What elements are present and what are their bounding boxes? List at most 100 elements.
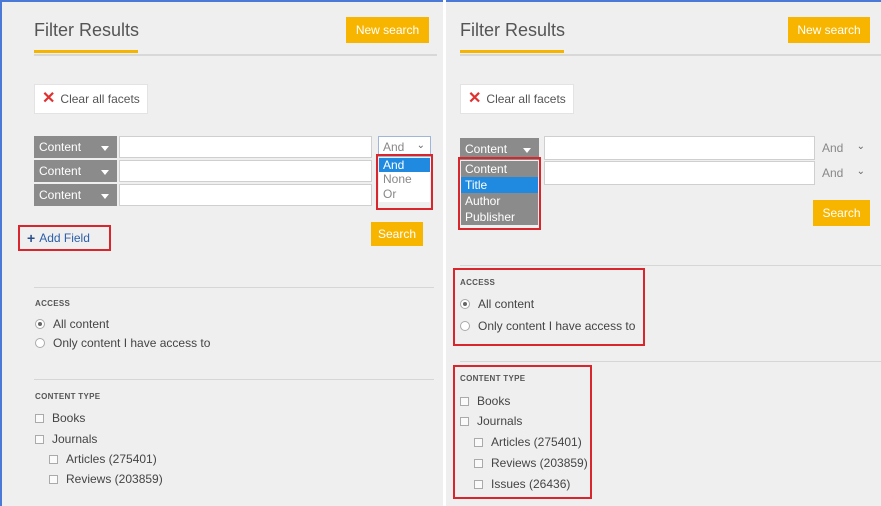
operator-option[interactable]: Or xyxy=(379,187,430,202)
operator-select-value: And xyxy=(822,166,844,180)
content-type-reviews[interactable]: Reviews (203859) xyxy=(49,472,163,486)
field-option[interactable]: Author xyxy=(461,193,538,209)
access-heading: ACCESS xyxy=(460,278,496,287)
new-search-button[interactable]: New search xyxy=(346,17,429,43)
content-type-issues[interactable]: Issues (26436) xyxy=(474,477,570,491)
chevron-down-icon: ⌄ xyxy=(856,141,865,152)
content-type-label: Journals xyxy=(52,432,98,446)
field-select-value: Content xyxy=(39,188,82,202)
access-option-mine[interactable]: Only content I have access to xyxy=(460,319,635,333)
caret-down-icon xyxy=(523,148,531,153)
content-type-label: Reviews (203859) xyxy=(66,472,163,486)
field-select-value: Content xyxy=(39,164,82,178)
checkbox-icon xyxy=(35,413,44,423)
field-select-value: Content xyxy=(465,142,508,156)
operator-select[interactable]: And ⌄ xyxy=(818,161,870,185)
divider xyxy=(460,361,881,362)
radio-icon xyxy=(460,321,470,331)
search-button[interactable]: Search xyxy=(813,200,870,226)
search-term-input[interactable] xyxy=(544,136,815,160)
filter-panel-right: Filter Results New search ✕ Clear all fa… xyxy=(446,0,881,506)
operator-dropdown: And None Or xyxy=(379,158,430,202)
chevron-down-icon: ⌄ xyxy=(416,140,425,151)
add-field-button[interactable]: + Add Field xyxy=(18,225,111,251)
filter-panel-left: Filter Results New search ✕ Clear all fa… xyxy=(0,0,443,506)
header-separator xyxy=(34,54,437,56)
field-select-value: Content xyxy=(39,140,82,154)
clear-facets-button[interactable]: ✕ Clear all facets xyxy=(460,84,574,114)
chevron-down-icon: ⌄ xyxy=(856,166,865,177)
close-icon: ✕ xyxy=(468,90,482,107)
field-select[interactable]: Content xyxy=(34,136,117,158)
access-option-all[interactable]: All content xyxy=(460,297,534,311)
access-option-mine[interactable]: Only content I have access to xyxy=(35,336,210,350)
search-term-input[interactable] xyxy=(544,161,815,185)
checkbox-icon xyxy=(460,416,469,426)
operator-select[interactable]: And ⌄ xyxy=(818,136,870,160)
field-option[interactable]: Publisher xyxy=(461,209,538,225)
plus-icon: + xyxy=(27,230,36,246)
checkbox-icon xyxy=(35,434,44,444)
checkbox-icon xyxy=(460,396,469,406)
content-type-articles[interactable]: Articles (275401) xyxy=(49,452,157,466)
radio-selected-icon xyxy=(460,299,470,309)
content-type-books[interactable]: Books xyxy=(35,411,85,425)
clear-facets-label: Clear all facets xyxy=(60,92,140,106)
title-underline xyxy=(460,50,564,53)
divider xyxy=(34,287,434,288)
search-term-input[interactable] xyxy=(119,160,372,182)
checkbox-icon xyxy=(49,474,58,484)
clear-facets-label: Clear all facets xyxy=(486,92,566,106)
radio-icon xyxy=(35,338,45,348)
field-option[interactable]: Content xyxy=(461,161,538,177)
search-button[interactable]: Search xyxy=(371,222,423,246)
divider xyxy=(460,265,881,266)
access-option-label: All content xyxy=(478,297,535,311)
field-select[interactable]: Content xyxy=(34,184,117,206)
content-type-journals[interactable]: Journals xyxy=(35,432,97,446)
content-type-books[interactable]: Books xyxy=(460,394,510,408)
content-type-label: Articles (275401) xyxy=(491,435,582,449)
operator-option[interactable]: None xyxy=(379,172,430,187)
operator-select-value: And xyxy=(383,139,405,154)
field-option[interactable]: Title xyxy=(461,177,538,193)
radio-selected-icon xyxy=(35,319,45,329)
access-option-label: Only content I have access to xyxy=(478,319,636,333)
content-type-label: Issues (26436) xyxy=(491,477,571,491)
new-search-button[interactable]: New search xyxy=(788,17,870,43)
panel-title: Filter Results xyxy=(460,20,566,40)
checkbox-icon xyxy=(474,458,483,468)
access-heading: ACCESS xyxy=(35,299,71,308)
checkbox-icon xyxy=(49,454,58,464)
content-type-heading: CONTENT TYPE xyxy=(460,374,526,383)
access-option-label: Only content I have access to xyxy=(53,336,211,350)
caret-down-icon xyxy=(101,170,109,175)
content-type-reviews[interactable]: Reviews (203859) xyxy=(474,456,588,470)
title-underline xyxy=(34,50,138,53)
content-type-label: Journals xyxy=(477,414,523,428)
checkbox-icon xyxy=(474,437,483,447)
content-type-label: Articles (275401) xyxy=(66,452,157,466)
access-option-label: All content xyxy=(53,317,110,331)
content-type-heading: CONTENT TYPE xyxy=(35,392,101,401)
field-select[interactable]: Content xyxy=(34,160,117,182)
caret-down-icon xyxy=(101,146,109,151)
checkbox-icon xyxy=(474,479,483,489)
search-term-input[interactable] xyxy=(119,184,372,206)
clear-facets-button[interactable]: ✕ Clear all facets xyxy=(34,84,148,114)
panel-title: Filter Results xyxy=(34,20,140,40)
content-type-label: Books xyxy=(52,411,86,425)
close-icon: ✕ xyxy=(42,90,56,107)
content-type-label: Reviews (203859) xyxy=(491,456,588,470)
caret-down-icon xyxy=(101,194,109,199)
access-option-all[interactable]: All content xyxy=(35,317,109,331)
search-term-input[interactable] xyxy=(119,136,372,158)
content-type-articles[interactable]: Articles (275401) xyxy=(474,435,582,449)
header-separator xyxy=(460,54,881,56)
add-field-label: Add Field xyxy=(39,231,90,245)
operator-option[interactable]: And xyxy=(379,158,430,172)
operator-select-value: And xyxy=(822,141,844,155)
content-type-label: Books xyxy=(477,394,511,408)
content-type-journals[interactable]: Journals xyxy=(460,414,522,428)
divider xyxy=(34,379,434,380)
